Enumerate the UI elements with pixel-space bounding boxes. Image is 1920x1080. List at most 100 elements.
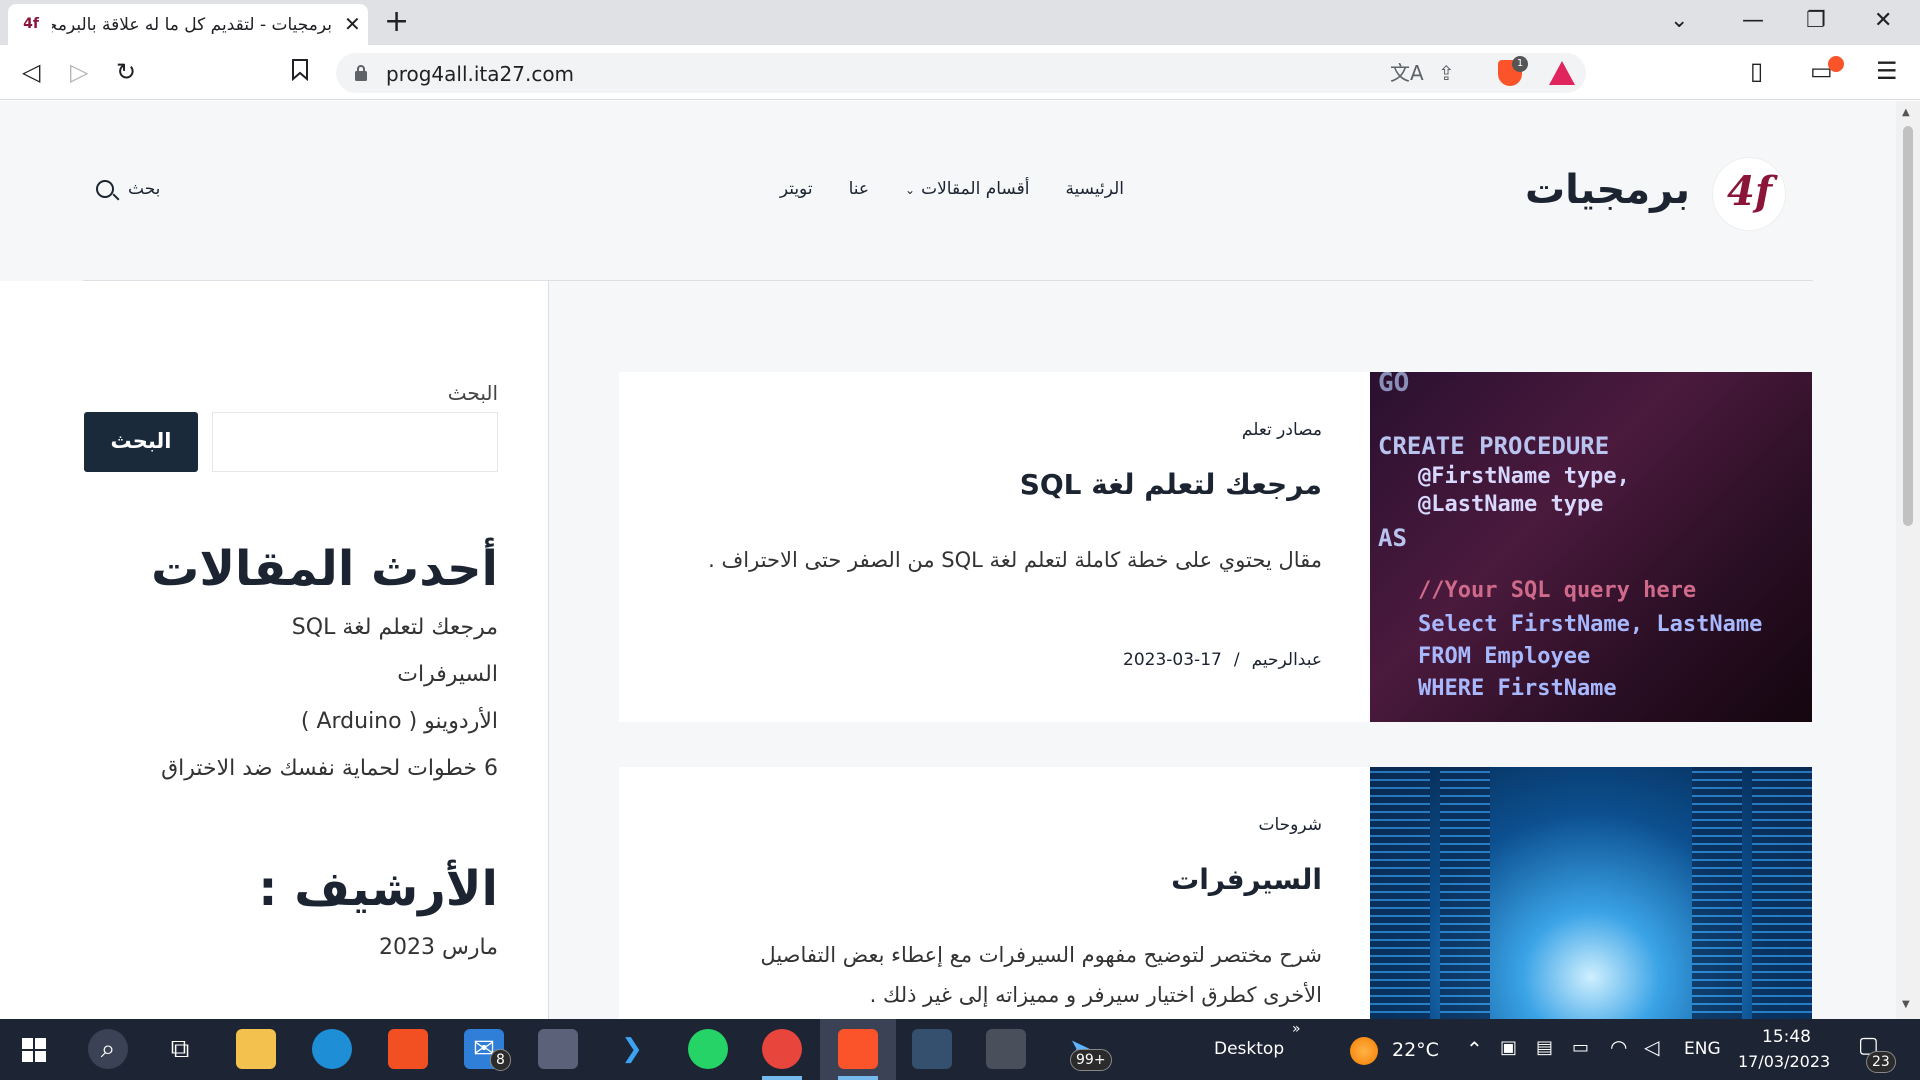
chrome-icon[interactable] (762, 1029, 802, 1069)
scroll-thumb[interactable] (1903, 126, 1913, 526)
new-tab-button[interactable]: + (384, 6, 409, 38)
browser-tab[interactable]: 4f برمجيات - لتقديم كل ما له علاقة بالبر… (8, 4, 368, 45)
mail-badge: 8 (490, 1049, 511, 1071)
language-indicator[interactable]: ENG (1684, 1039, 1721, 1059)
chevron-up-icon[interactable]: ⌃ (1466, 1037, 1483, 1061)
sidebar-search-label: البحث (447, 381, 498, 405)
close-icon[interactable]: ✕ (1874, 8, 1892, 34)
temperature[interactable]: 22°C (1392, 1039, 1439, 1061)
post-card: شروحات السيرفرات شرح مختصر لتوضيح مفهوم … (619, 767, 1812, 1019)
nav-twitter[interactable]: تويتر (780, 179, 813, 199)
nav-about[interactable]: عنا (849, 179, 869, 199)
tab-search-icon[interactable]: ⌄ (1670, 8, 1688, 34)
nav-sections-label: أقسام المقالات (921, 179, 1030, 199)
store-icon[interactable] (388, 1029, 428, 1069)
page-scrollbar[interactable]: ▲ ▼ (1896, 101, 1920, 1019)
windows-start-icon[interactable] (22, 1038, 46, 1062)
code-line: //Your SQL query here (1418, 578, 1697, 603)
code-line: @LastName type (1418, 492, 1604, 517)
post-excerpt: شرح مختصر لتوضيح مفهوم السيرفرات مع إعطا… (760, 943, 1322, 1007)
sidebar-search-button[interactable]: البحث (84, 412, 198, 472)
address-bar[interactable]: prog4all.ita27.com 文A ⇪ 1 (336, 53, 1586, 93)
search-icon (96, 180, 114, 198)
back-icon[interactable]: ◁ (22, 58, 40, 86)
app-icon[interactable] (912, 1029, 952, 1069)
brave-rewards-icon[interactable] (1549, 61, 1575, 85)
brave-shield-icon[interactable]: 1 (1498, 56, 1528, 86)
post-body: مصادر تعلم مرجعك لتعلم لغة SQL مقال يحتو… (682, 372, 1322, 722)
app2-icon[interactable] (986, 1029, 1026, 1069)
server-rack (1752, 767, 1812, 1019)
sidebar-search-input[interactable] (212, 412, 498, 472)
menu-icon[interactable]: ☰ (1876, 57, 1898, 85)
vscode-icon[interactable]: ❯ (612, 1029, 652, 1069)
sidebar-icon[interactable]: ▯ (1750, 57, 1763, 85)
reload-icon[interactable]: ↻ (116, 58, 136, 86)
code-line: Select FirstName, LastName (1418, 612, 1763, 637)
server-rack (1692, 767, 1742, 1019)
translate-icon[interactable]: 文A (1390, 60, 1424, 86)
search-icon[interactable]: ⌕ (88, 1029, 128, 1069)
scroll-up-icon[interactable]: ▲ (1902, 107, 1910, 118)
scroll-down-icon[interactable]: ▼ (1902, 999, 1910, 1010)
clock-date[interactable]: 17/03/2023 (1738, 1052, 1830, 1071)
forward-icon[interactable]: ▷ (70, 58, 88, 86)
post-category[interactable]: شروحات (1258, 815, 1322, 835)
desktop-toolbar-label[interactable]: Desktop (1214, 1039, 1284, 1059)
site-title[interactable]: برمجيات (1525, 167, 1690, 213)
app-tray-icon[interactable]: ▣ (1500, 1037, 1517, 1058)
minimize-icon[interactable]: — (1742, 8, 1764, 34)
volume-icon[interactable]: ◁ (1644, 1035, 1659, 1059)
header-search-button[interactable]: بحث (96, 179, 160, 199)
post-title[interactable]: مرجعك لتعلم لغة SQL (1020, 468, 1322, 501)
close-icon[interactable]: ✕ (344, 13, 361, 35)
code-line: AS (1378, 524, 1407, 552)
archive-link[interactable]: مارس 2023 (379, 935, 498, 960)
code-line: @FirstName type, (1418, 464, 1630, 489)
site-logo[interactable]: 4f (1712, 157, 1786, 231)
shield-badge: 1 (1512, 56, 1528, 72)
clock-time[interactable]: 15:48 (1762, 1027, 1811, 1047)
nav-sections[interactable]: أقسام المقالات ⌄ (905, 179, 1029, 199)
recent-post-link[interactable]: الأردوينو ( Arduino ) (301, 709, 498, 734)
browser-toolbar: ◁ ▷ ↻ prog4all.ita27.com 文A ⇪ 1 ▯ ▭ ☰ (0, 45, 1920, 100)
app-tray-icon[interactable]: ▤ (1536, 1037, 1553, 1058)
weather-icon[interactable] (1350, 1037, 1378, 1065)
bookmark-icon[interactable] (291, 59, 309, 81)
tray-badge: 99+ (1070, 1049, 1112, 1071)
wifi-icon[interactable]: ◠ (1610, 1035, 1627, 1059)
edge-icon[interactable] (312, 1029, 352, 1069)
toolbar-overflow[interactable]: » (1292, 1021, 1301, 1037)
code-line: FROM Employee (1418, 644, 1591, 669)
post-thumbnail-sql[interactable]: GO CREATE PROCEDURE @FirstName type, @La… (1370, 372, 1812, 722)
calculator-icon[interactable] (538, 1029, 578, 1069)
recent-post-link[interactable]: السيرفرات (397, 662, 498, 687)
url-text: prog4all.ita27.com (386, 62, 575, 86)
post-thumbnail-servers[interactable] (1370, 767, 1812, 1019)
post-title[interactable]: السيرفرات (1171, 863, 1322, 896)
file-explorer-icon[interactable] (236, 1029, 276, 1069)
recent-post-link[interactable]: مرجعك لتعلم لغة SQL (292, 615, 498, 640)
post-body: شروحات السيرفرات شرح مختصر لتوضيح مفهوم … (682, 767, 1322, 1019)
chevron-down-icon: ⌄ (905, 183, 916, 197)
whatsapp-icon[interactable] (688, 1029, 728, 1069)
header-search-label: بحث (128, 179, 161, 199)
server-rack (1370, 767, 1430, 1019)
main-nav: الرئيسية أقسام المقالات ⌄ عنا تويتر (780, 179, 1124, 199)
site-header: 4f برمجيات الرئيسية أقسام المقالات ⌄ عنا … (0, 101, 1896, 281)
archive-heading: الأرشيف : (258, 861, 498, 917)
post-category[interactable]: مصادر تعلم (1242, 420, 1322, 440)
post-card: GO CREATE PROCEDURE @FirstName type, @La… (619, 372, 1812, 722)
code-line: WHERE FirstName (1418, 676, 1617, 701)
brave-icon[interactable] (838, 1029, 878, 1069)
nav-home[interactable]: الرئيسية (1065, 179, 1124, 199)
restore-icon[interactable]: ❐ (1806, 8, 1826, 34)
task-view-icon[interactable]: ⧉ (160, 1029, 200, 1069)
meta-separator: / (1233, 650, 1240, 670)
post-author[interactable]: عبدالرحيم (1252, 650, 1322, 670)
notification-badge: 23 (1866, 1051, 1896, 1073)
battery-icon[interactable]: ▭ (1572, 1037, 1589, 1058)
recent-post-link[interactable]: 6 خطوات لحماية نفسك ضد الاختراق (161, 756, 498, 781)
share-icon[interactable]: ⇪ (1438, 60, 1455, 86)
tab-title: برمجيات - لتقديم كل ما له علاقة بالبرمجة (52, 15, 332, 35)
